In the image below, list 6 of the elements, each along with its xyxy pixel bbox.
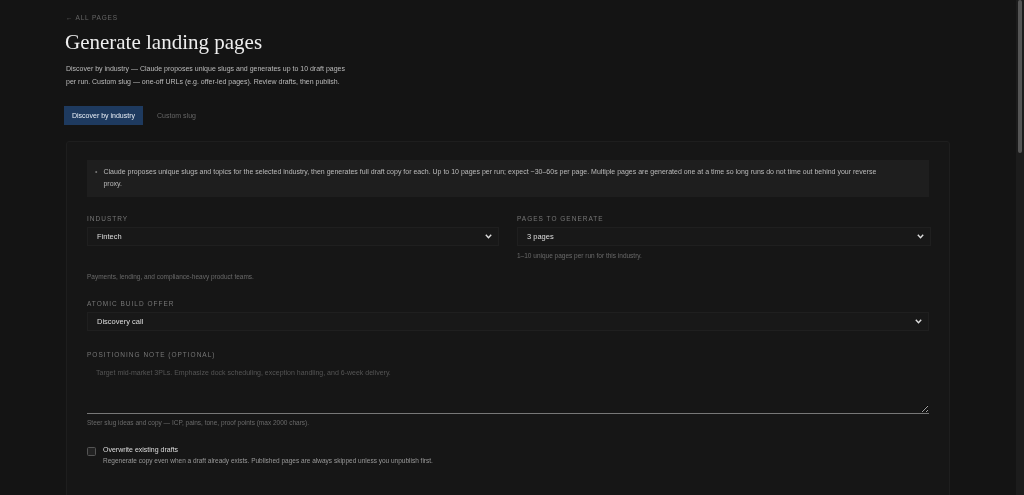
chevron-down-icon [485,234,492,239]
chevron-down-icon [917,234,924,239]
page-title: Generate landing pages [65,30,264,55]
chevron-down-icon [915,319,922,324]
scrollbar-thumb[interactable] [1018,0,1022,153]
checkbox[interactable] [87,447,96,456]
